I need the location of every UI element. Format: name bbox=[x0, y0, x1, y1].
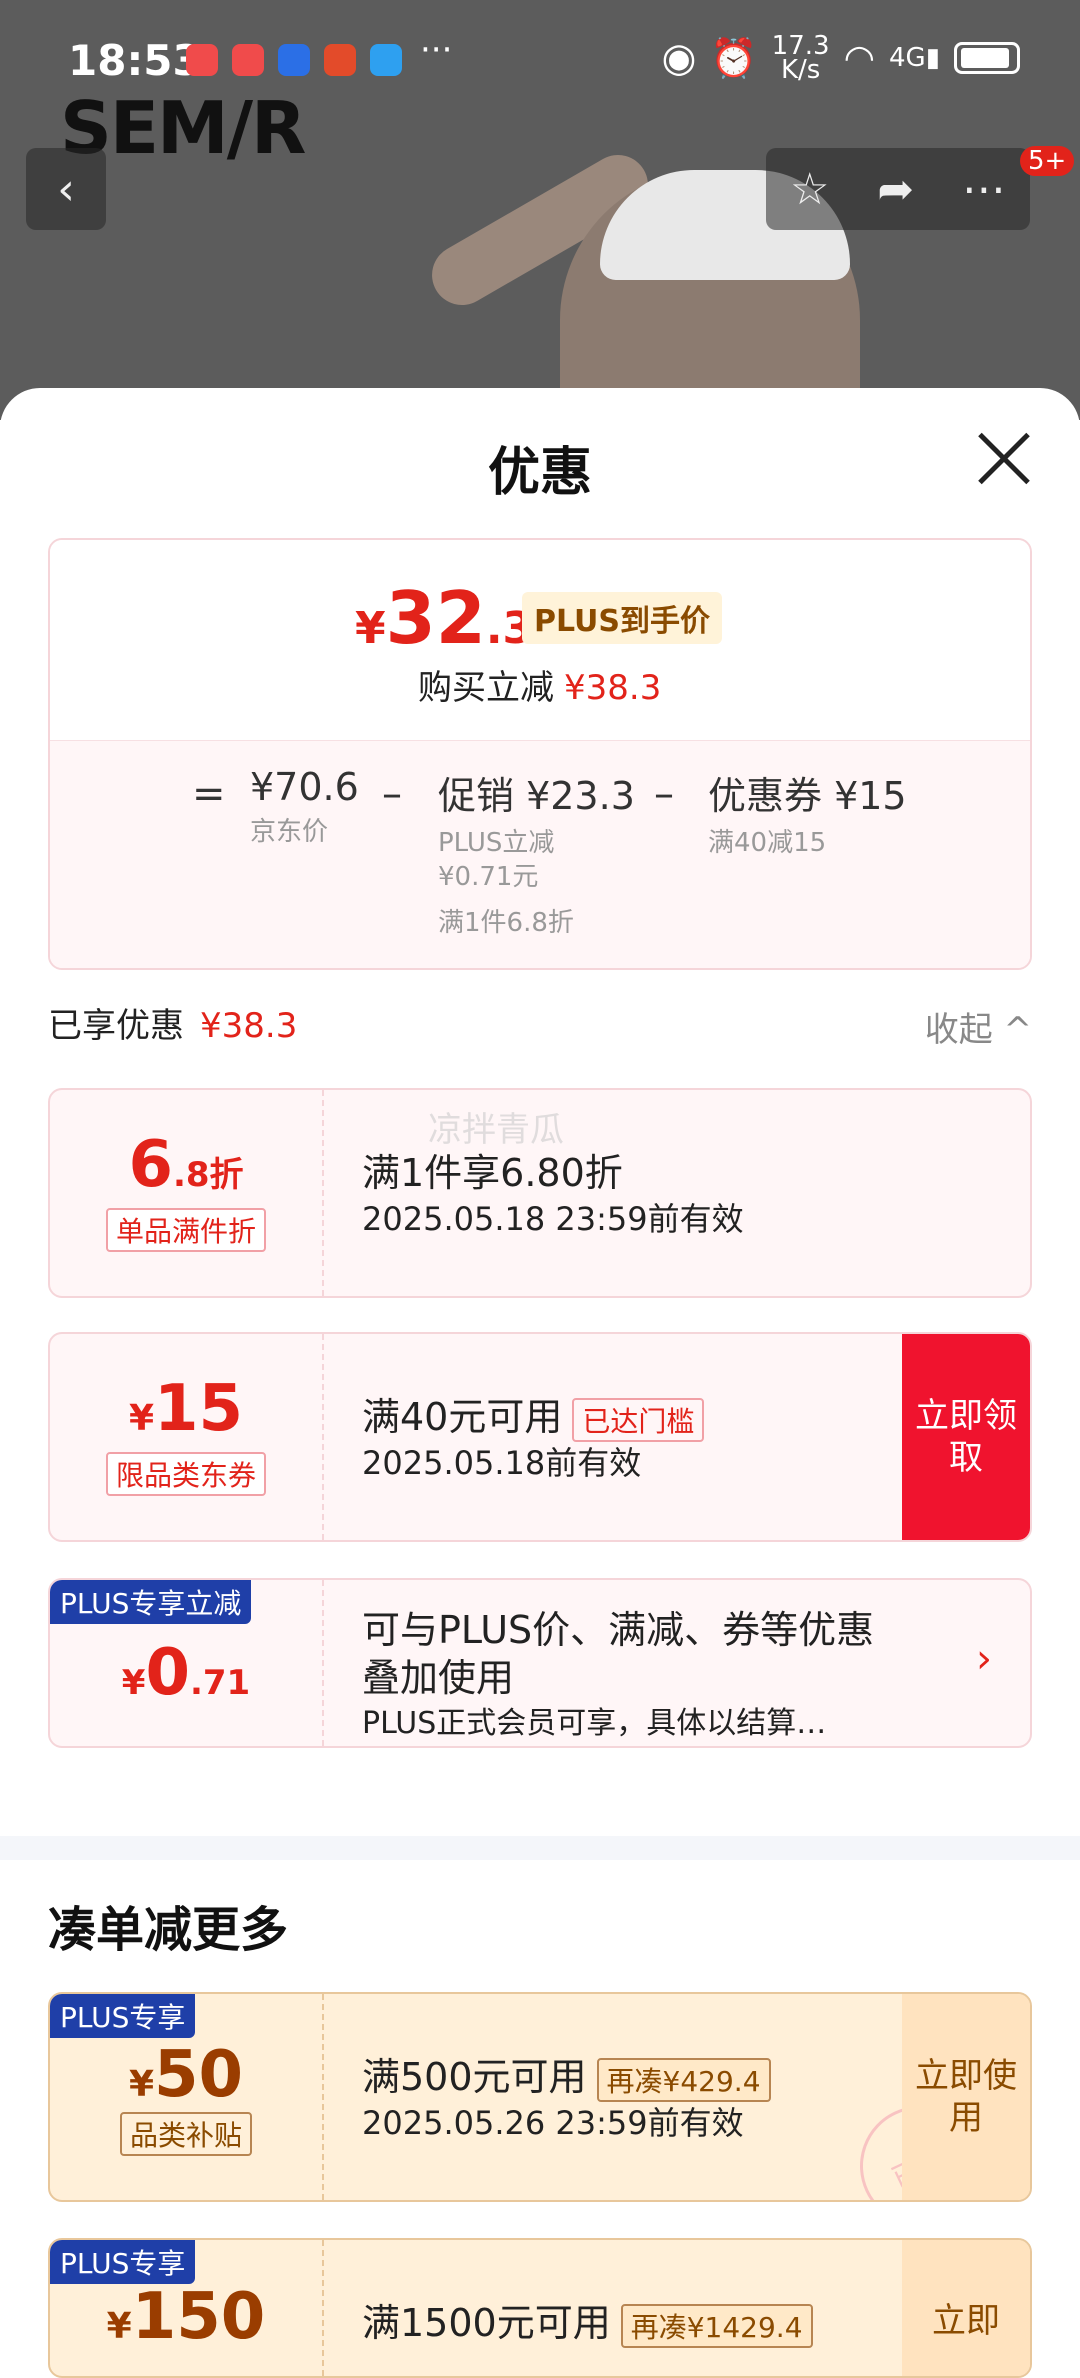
more-icon[interactable]: ⋯ bbox=[962, 164, 1006, 215]
app-icon-3 bbox=[278, 44, 310, 76]
status-more: ··· bbox=[420, 30, 453, 70]
chevron-left-icon: ‹ bbox=[57, 163, 75, 215]
plus-price-tag: PLUS到手价 bbox=[522, 592, 723, 644]
section-divider bbox=[0, 1836, 1080, 1860]
card-validity: 2025.05.18 23:59前有效 bbox=[362, 1200, 744, 1238]
use-now-button[interactable]: 立即使用 bbox=[902, 1994, 1030, 2200]
card-type-tag: 品类补贴 bbox=[119, 2112, 252, 2156]
share-icon[interactable]: ➦ bbox=[877, 164, 914, 215]
plus-corner-tag: PLUS专享立减 bbox=[50, 1580, 252, 1624]
app-icon-2 bbox=[232, 44, 264, 76]
need-more-chip: 再凑¥429.4 bbox=[596, 2057, 771, 2102]
battery-icon bbox=[954, 42, 1020, 74]
section-title: 凑单减更多 bbox=[48, 1902, 289, 1958]
message-badge: 5+ bbox=[1020, 146, 1075, 176]
final-price: ¥32.3 bbox=[355, 576, 534, 660]
discount-sheet: 优惠 ¥32.3 PLUS到手价 购买立减 ¥38.3 = ¥70.6 京东价 –… bbox=[0, 388, 1080, 2378]
minus-sign-1: – bbox=[382, 771, 402, 817]
need-more-chip: 再凑¥1429.4 bbox=[620, 2303, 813, 2348]
status-bar: 18:53 ··· ◉ ⏰ 17.3 K/s ◠ 4G▮ bbox=[0, 30, 1080, 90]
sheet-title: 优惠 bbox=[487, 443, 592, 503]
alarm-icon: ⏰ bbox=[710, 35, 758, 80]
card-left: ¥15 限品类东券 bbox=[50, 1334, 324, 1540]
price-formula: = ¥70.6 京东价 – 促销 ¥23.3 PLUS立减 ¥0.71元 满1件6… bbox=[50, 740, 1030, 968]
minus-sign-2: – bbox=[654, 771, 674, 817]
notification-icons bbox=[186, 44, 402, 76]
plus-corner-tag: PLUS专享 bbox=[50, 1994, 196, 2038]
price-summary: ¥32.3 PLUS到手价 购买立减 ¥38.3 = ¥70.6 京东价 – 促销… bbox=[48, 538, 1032, 970]
card-desc: PLUS正式会员可享，具体以结算… bbox=[362, 1706, 827, 1741]
app-icon-5 bbox=[370, 44, 402, 76]
back-button[interactable]: ‹ bbox=[26, 148, 106, 230]
app-icon-1 bbox=[186, 44, 218, 76]
use-now-button[interactable]: 立即 bbox=[902, 2240, 1030, 2376]
signal-icon: 4G▮ bbox=[888, 43, 940, 73]
net-speed: 17.3 K/s bbox=[771, 31, 830, 85]
app-icon-4 bbox=[324, 44, 356, 76]
enjoyed-discount: 已享优惠 ¥38.3 bbox=[48, 1006, 298, 1046]
card-title: 满40元可用 已达门槛 bbox=[362, 1386, 705, 1442]
collapse-toggle[interactable]: 收起 ^ bbox=[925, 1002, 1032, 1051]
card-left: 6.8折 单品满件折 bbox=[50, 1090, 324, 1296]
threshold-chip: 已达门槛 bbox=[572, 1397, 705, 1442]
coupon-amount: 优惠券 ¥15 满40减15 bbox=[708, 774, 907, 858]
card-title: 满500元可用 再凑¥429.4 bbox=[362, 2046, 771, 2102]
card-type-tag: 单品满件折 bbox=[105, 1208, 266, 1252]
chevron-right-icon: › bbox=[976, 1636, 992, 1682]
top-toolbar: ☆ ➦ ⋯ bbox=[766, 148, 1030, 230]
eye-icon: ◉ bbox=[661, 35, 697, 81]
close-icon[interactable] bbox=[976, 430, 1032, 486]
card-type-tag: 限品类东券 bbox=[105, 1452, 266, 1496]
plus-discount-card[interactable]: ¥0.71 PLUS专享立减 可与PLUS价、满减、券等优惠 叠加使用 PLUS正… bbox=[48, 1578, 1032, 1748]
jd-price: ¥70.6 京东价 bbox=[250, 765, 359, 847]
card-title: 满1500元可用 再凑¥1429.4 bbox=[362, 2292, 813, 2348]
claim-button[interactable]: 立即领取 bbox=[902, 1334, 1030, 1540]
promo-amount: 促销 ¥23.3 PLUS立减 ¥0.71元 满1件6.8折 bbox=[438, 774, 635, 938]
coupon-card-jd: ¥15 限品类东券 满40元可用 已达门槛 2025.05.18前有效 立即领取 bbox=[48, 1332, 1032, 1542]
card-validity: 2025.05.18前有效 bbox=[362, 1444, 642, 1482]
price-top: ¥32.3 PLUS到手价 购买立减 ¥38.3 bbox=[50, 540, 1030, 740]
star-icon[interactable]: ☆ bbox=[790, 164, 829, 215]
equals-sign: = bbox=[192, 771, 226, 817]
watermark: 凉拌青瓜 bbox=[428, 1110, 564, 1150]
status-right: ◉ ⏰ 17.3 K/s ◠ 4G▮ bbox=[661, 31, 1020, 85]
wifi-icon: ◠ bbox=[843, 37, 875, 79]
card-validity: 2025.05.26 23:59前有效 bbox=[362, 2104, 744, 2142]
plus-coupon-card-50: ¥50 品类补贴 PLUS专享 满500元可用 再凑¥429.4 2025.05.… bbox=[48, 1992, 1032, 2202]
plus-coupon-card-150: ¥150 PLUS专享 满1500元可用 再凑¥1429.4 立即 bbox=[48, 2238, 1032, 2378]
card-title: 可与PLUS价、满减、券等优惠 叠加使用 bbox=[362, 1608, 875, 1700]
plus-corner-tag: PLUS专享 bbox=[50, 2240, 196, 2284]
reduce-line: 购买立减 ¥38.3 bbox=[418, 668, 662, 708]
status-time: 18:53 bbox=[68, 36, 202, 85]
